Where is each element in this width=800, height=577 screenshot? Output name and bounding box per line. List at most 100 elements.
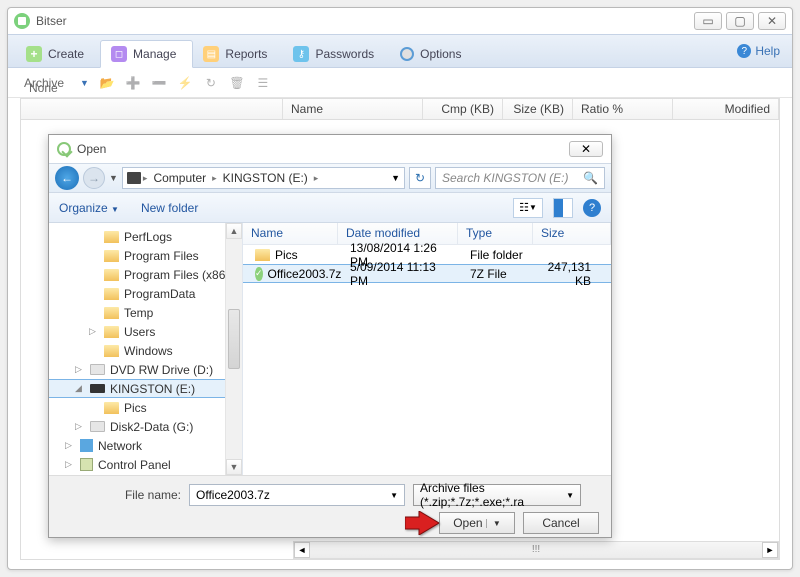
main-tabs: Create Manage Reports Passwords Options …: [8, 34, 792, 68]
add-icon[interactable]: ➕: [125, 75, 141, 91]
app-logo-icon: [14, 13, 30, 29]
archive-file-icon: ✓: [255, 267, 263, 281]
fh-size[interactable]: Size: [533, 223, 611, 244]
col-size[interactable]: Size (KB): [503, 99, 573, 119]
file-date: 5/09/2014 11:13 PM: [342, 260, 462, 288]
nav-history-dropdown[interactable]: ▼: [109, 173, 118, 183]
tree-node-label: ProgramData: [124, 287, 195, 301]
horizontal-scrollbar[interactable]: ◄ !!! ►: [293, 541, 779, 559]
expand-icon[interactable]: ▷: [75, 421, 85, 432]
cancel-button[interactable]: Cancel: [523, 512, 599, 534]
tab-reports[interactable]: Reports: [193, 40, 283, 68]
tree-node-label: Windows: [124, 344, 173, 358]
tree-node-label: Network: [98, 439, 142, 453]
file-type-filter[interactable]: Archive files (*.zip;*.7z;*.exe;*.ra ▼: [413, 484, 581, 506]
expand-icon[interactable]: ▷: [65, 440, 75, 451]
tree-node-label: Control Panel: [98, 458, 171, 472]
col-cmp[interactable]: Cmp (KB): [423, 99, 503, 119]
scroll-up-icon[interactable]: ▲: [226, 223, 242, 239]
col-modified[interactable]: Modified: [673, 99, 779, 119]
scroll-down-icon[interactable]: ▼: [226, 459, 242, 475]
tree-node[interactable]: Program Files (x86): [49, 265, 242, 284]
flash-icon[interactable]: ⚡: [177, 75, 193, 91]
tree-node[interactable]: ProgramData: [49, 284, 242, 303]
maximize-button[interactable]: ▢: [726, 12, 754, 30]
tree-node[interactable]: Pics: [49, 398, 242, 417]
manage-icon: [111, 46, 127, 62]
scroll-thumb[interactable]: !!!: [521, 544, 551, 556]
tree-node[interactable]: Recycle Bin: [49, 474, 242, 475]
dialog-close-button[interactable]: ✕: [569, 141, 603, 157]
close-button[interactable]: ✕: [758, 12, 786, 30]
tree-node[interactable]: ▷ Network: [49, 436, 242, 455]
view-mode-button[interactable]: ☷ ▼: [513, 198, 543, 218]
tree-node[interactable]: ▷ Control Panel: [49, 455, 242, 474]
folder-icon: [104, 402, 119, 414]
expand-icon[interactable]: ▷: [65, 459, 75, 470]
expand-icon[interactable]: ◢: [75, 383, 85, 394]
file-list[interactable]: Name Date modified Type Size Pics13/08/2…: [243, 223, 611, 475]
archive-dropdown[interactable]: ▼: [80, 78, 89, 88]
delete-icon[interactable]: 🗑: [229, 75, 245, 91]
file-name-dropdown-icon[interactable]: ▼: [390, 491, 398, 500]
dialog-title: Open: [77, 142, 569, 156]
breadcrumb-dropdown-icon[interactable]: ▼: [391, 173, 400, 183]
tree-scrollbar[interactable]: ▲ ▼: [225, 223, 242, 475]
preview-pane-button[interactable]: [553, 198, 573, 218]
col-name[interactable]: Name: [283, 99, 423, 119]
scroll-right-icon[interactable]: ►: [762, 542, 778, 558]
tree-scroll-thumb[interactable]: [228, 309, 240, 369]
breadcrumb[interactable]: ▸ Computer ▸ KINGSTON (E:) ▸ ▼: [122, 167, 405, 189]
search-icon: 🔍: [583, 171, 598, 185]
file-name-label: File name:: [61, 488, 181, 502]
filter-dropdown-icon[interactable]: ▼: [566, 491, 574, 500]
dialog-help-icon[interactable]: ?: [583, 199, 601, 217]
new-folder-button[interactable]: New folder: [141, 201, 198, 215]
file-row[interactable]: ✓Office2003.7z5/09/2014 11:13 PM7Z File2…: [243, 264, 611, 283]
fh-name[interactable]: Name: [243, 223, 338, 244]
file-name-input[interactable]: Office2003.7z ▼: [189, 484, 405, 506]
col-spacer: [21, 99, 283, 119]
scroll-left-icon[interactable]: ◄: [294, 542, 310, 558]
nav-forward-button[interactable]: →: [83, 167, 105, 189]
minimize-button[interactable]: ▭: [694, 12, 722, 30]
key-icon: [293, 46, 309, 62]
tab-manage[interactable]: Manage: [100, 40, 193, 68]
crumb-drive[interactable]: KINGSTON (E:): [219, 171, 312, 185]
fh-type[interactable]: Type: [458, 223, 533, 244]
open-folder-icon[interactable]: 📂: [99, 75, 115, 91]
dialog-toolbar: Organize ▼ New folder ☷ ▼ ?: [49, 193, 611, 223]
nav-back-button[interactable]: ←: [55, 166, 79, 190]
tree-node[interactable]: Windows: [49, 341, 242, 360]
tab-create[interactable]: Create: [16, 40, 100, 68]
tree-node[interactable]: Temp: [49, 303, 242, 322]
col-ratio[interactable]: Ratio %: [573, 99, 673, 119]
open-button[interactable]: Open ▼: [439, 512, 515, 534]
tab-passwords[interactable]: Passwords: [283, 40, 390, 68]
help-link[interactable]: ?Help: [737, 44, 780, 58]
tree-node-label: DVD RW Drive (D:): [110, 363, 213, 377]
search-field[interactable]: Search KINGSTON (E:) 🔍: [435, 167, 605, 189]
organize-menu[interactable]: Organize ▼: [59, 201, 119, 215]
refresh-button[interactable]: ↻: [409, 167, 431, 189]
gear-icon: [400, 47, 414, 61]
search-placeholder: Search KINGSTON (E:): [442, 171, 568, 185]
expand-icon[interactable]: ▷: [89, 326, 99, 337]
computer-icon: [127, 172, 141, 184]
crumb-computer[interactable]: Computer: [149, 171, 210, 185]
tree-node-label: Program Files (x86): [124, 268, 229, 282]
tree-node[interactable]: Program Files: [49, 246, 242, 265]
file-name: Office2003.7z: [268, 267, 342, 281]
tree-node[interactable]: ▷Disk2-Data (G:): [49, 417, 242, 436]
tree-node[interactable]: PerfLogs: [49, 227, 242, 246]
tree-node[interactable]: ◢KINGSTON (E:): [49, 379, 242, 398]
folder-tree[interactable]: PerfLogsProgram Files Program Files (x86)…: [49, 223, 243, 475]
refresh-icon[interactable]: ↻: [203, 75, 219, 91]
tree-node[interactable]: ▷ DVD RW Drive (D:): [49, 360, 242, 379]
tree-node[interactable]: ▷Users: [49, 322, 242, 341]
expand-icon[interactable]: ▷: [75, 364, 85, 375]
tab-options[interactable]: Options: [390, 40, 477, 68]
remove-icon[interactable]: ➖: [151, 75, 167, 91]
folder-icon: [104, 231, 119, 243]
list-icon[interactable]: ☰: [255, 75, 271, 91]
